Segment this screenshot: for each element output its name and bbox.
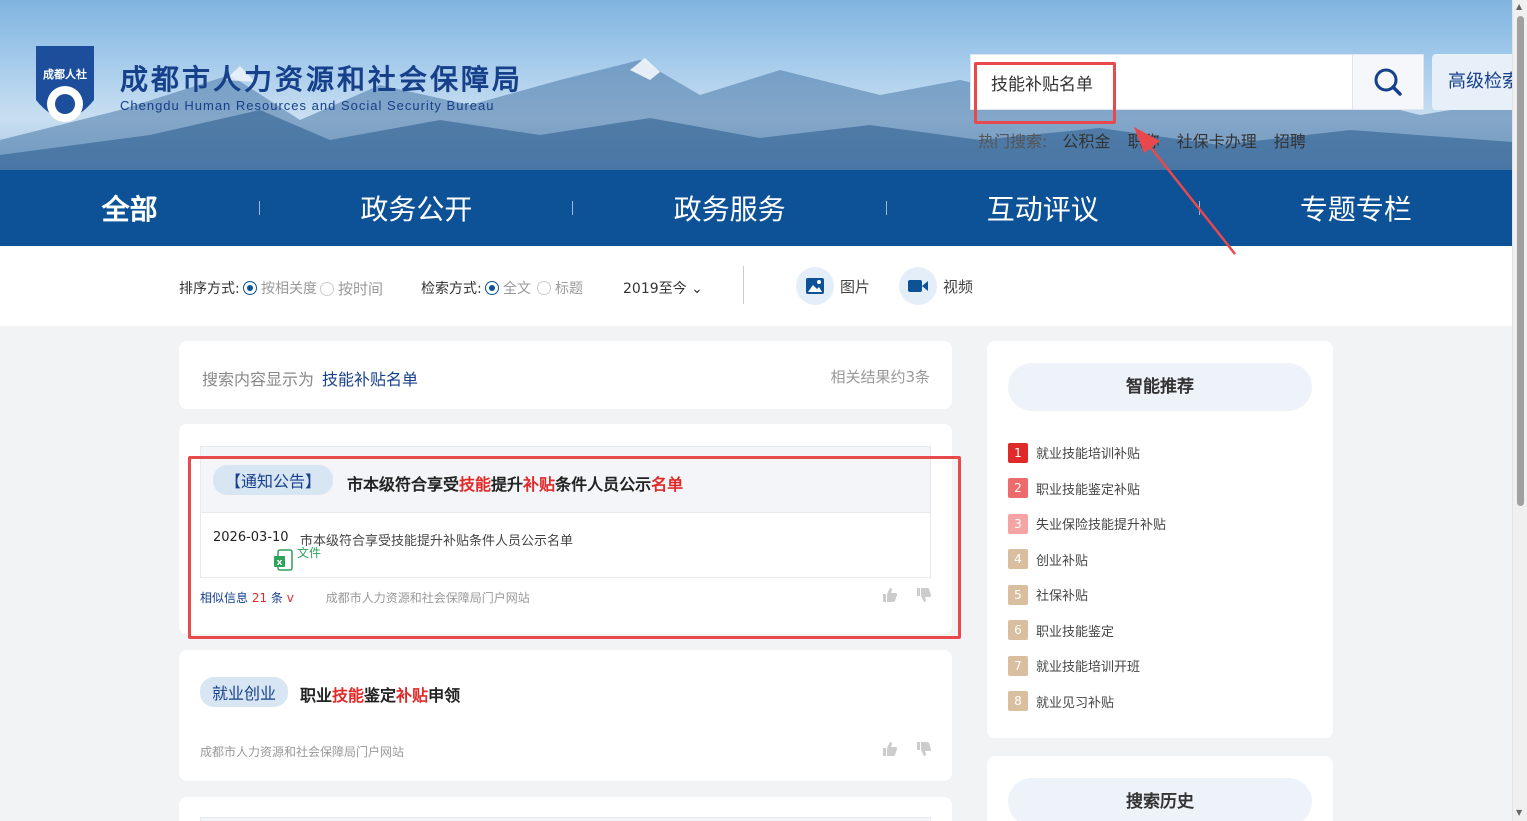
chevron-down-icon: ⌄ [691,281,703,297]
rank-badge: 6 [1008,620,1028,641]
rank-badge: 8 [1008,691,1028,712]
result-source: 成都市人力资源和社会保障局门户网站 [200,745,405,759]
sort-time-label: 按时间 [338,280,384,298]
recommend-label: 就业见习补贴 [1036,695,1115,711]
recommend-item[interactable]: 7 就业技能培训开班 [1008,648,1166,684]
result-title-link[interactable]: 职业技能鉴定补贴申领 [300,682,460,706]
thumbs-up-icon[interactable] [882,741,898,757]
recommend-label: 失业保险技能提升补贴 [1036,518,1167,534]
hot-search-label: 热门搜索: [978,132,1048,151]
image-icon [796,267,834,305]
scroll-down-icon[interactable]: ▼ [1516,808,1522,817]
nav-item-all[interactable]: 全部 [0,170,259,246]
image-filter[interactable]: 图片 [796,267,870,305]
rank-badge: 2 [1008,478,1028,499]
video-icon [899,267,937,305]
title-highlight: 技能 [332,686,365,705]
recommend-label: 职业技能鉴定补贴 [1036,482,1141,498]
video-filter-label: 视频 [943,277,974,296]
history-title: 搜索历史 [1008,778,1312,821]
result-card [179,797,952,821]
recommend-label: 社保补贴 [1036,589,1089,605]
filter-divider [743,266,744,304]
rank-badge: 5 [1008,584,1028,605]
result-card: 就业创业 职业技能鉴定补贴申领 成都市人力资源和社会保障局门户网站 [179,650,952,781]
nav-item-gov-open[interactable]: 政务公开 [260,170,572,246]
mode-title-radio[interactable]: 标题 [537,278,583,298]
recommend-label: 就业技能培训补贴 [1036,447,1141,463]
rank-badge: 3 [1008,513,1028,534]
recommend-item[interactable]: 2 职业技能鉴定补贴 [1008,471,1166,507]
main-nav: 全部 政务公开 政务服务 互动评议 专题专栏 [0,170,1512,246]
sort-label: 排序方式: [179,281,240,297]
mode-title-label: 标题 [555,281,583,297]
vertical-scrollbar[interactable]: ▲ ▼ [1512,0,1527,821]
result-count: 相关结果约3条 [830,368,930,386]
annotation-box-search [974,62,1116,124]
search-icon [1374,68,1402,96]
search-mode-label: 检索方式: [421,281,482,297]
video-filter[interactable]: 视频 [899,267,973,305]
recommend-title: 智能推荐 [1008,363,1312,411]
title-part: 鉴定 [364,686,397,705]
filter-bar: 排序方式: 按相关度 按时间 检索方式: 全文 标题 2019至今 ⌄ 图片 视… [0,246,1512,326]
annotation-arrow [1134,127,1236,255]
sort-relevance-label: 按相关度 [261,281,317,297]
recommend-list: 1 就业技能培训补贴 2 职业技能鉴定补贴 3 失业保险技能提升补贴 4 创业补贴 5社… [1008,435,1166,719]
recommend-label: 就业技能培训开班 [1036,660,1141,676]
site-title: 成都市人力资源和社会保障局 [120,63,524,96]
recommend-item[interactable]: 8 就业见习补贴 [1008,684,1166,720]
search-summary: 搜索内容显示为 技能补贴名单 相关结果约3条 [179,341,952,409]
hot-search-item[interactable]: 公积金 [1063,132,1111,151]
summary-prefix: 搜索内容显示为 [202,370,315,389]
recommend-label: 职业技能鉴定 [1036,624,1115,640]
scrollbar-thumb[interactable] [1517,16,1524,506]
advanced-search-button[interactable]: 高级检索 [1432,54,1512,110]
site-subtitle: Chengdu Human Resources and Social Secur… [120,98,495,113]
search-button[interactable] [1352,54,1424,110]
nav-item-gov-service[interactable]: 政务服务 [573,170,885,246]
recommend-item[interactable]: 6 职业技能鉴定 [1008,613,1166,649]
title-part: 申领 [428,686,461,705]
recommend-item[interactable]: 1 就业技能培训补贴 [1008,435,1166,471]
rank-badge: 7 [1008,655,1028,676]
recommend-item[interactable]: 4 创业补贴 [1008,542,1166,578]
rank-badge: 1 [1008,442,1028,463]
sort-time-radio[interactable]: 按时间 [320,278,383,299]
summary-query: 技能补贴名单 [322,370,419,389]
page: 成都人社 成都市人力资源和社会保障局 Chengdu Human Resourc… [0,0,1512,821]
rank-badge: 4 [1008,549,1028,570]
smart-recommend-panel: 智能推荐 1 就业技能培训补贴 2 职业技能鉴定补贴 3 失业保险技能提升补贴 4 创业… [987,341,1333,738]
site-header: 成都人社 成都市人力资源和社会保障局 Chengdu Human Resourc… [0,0,1512,170]
feedback-buttons [882,741,932,757]
title-part: 职业 [300,686,333,705]
result-inner [200,817,931,821]
search-history-panel: 搜索历史 [987,756,1333,821]
sort-relevance-radio[interactable]: 按相关度 [243,278,317,298]
result-category-tag[interactable]: 就业创业 [200,677,289,707]
mode-fulltext-label: 全文 [503,281,531,297]
thumbs-down-icon[interactable] [916,741,932,757]
title-highlight: 补贴 [396,686,429,705]
recommend-item[interactable]: 5 社保补贴 [1008,577,1166,613]
date-range-value: 2019至今 [623,281,687,297]
bureau-logo: 成都人社 [28,40,102,136]
image-filter-label: 图片 [840,277,871,296]
recommend-item[interactable]: 3 失业保险技能提升补贴 [1008,506,1166,542]
summary-text: 搜索内容显示为 技能补贴名单 [202,366,418,390]
mode-fulltext-radio[interactable]: 全文 [485,278,531,298]
scroll-up-icon[interactable]: ▲ [1516,2,1522,11]
recommend-label: 创业补贴 [1036,553,1089,569]
annotation-box-result [188,456,961,639]
date-range-select[interactable]: 2019至今 ⌄ [623,278,703,298]
svg-text:成都人社: 成都人社 [43,67,87,81]
hot-search-item[interactable]: 招聘 [1274,132,1306,151]
